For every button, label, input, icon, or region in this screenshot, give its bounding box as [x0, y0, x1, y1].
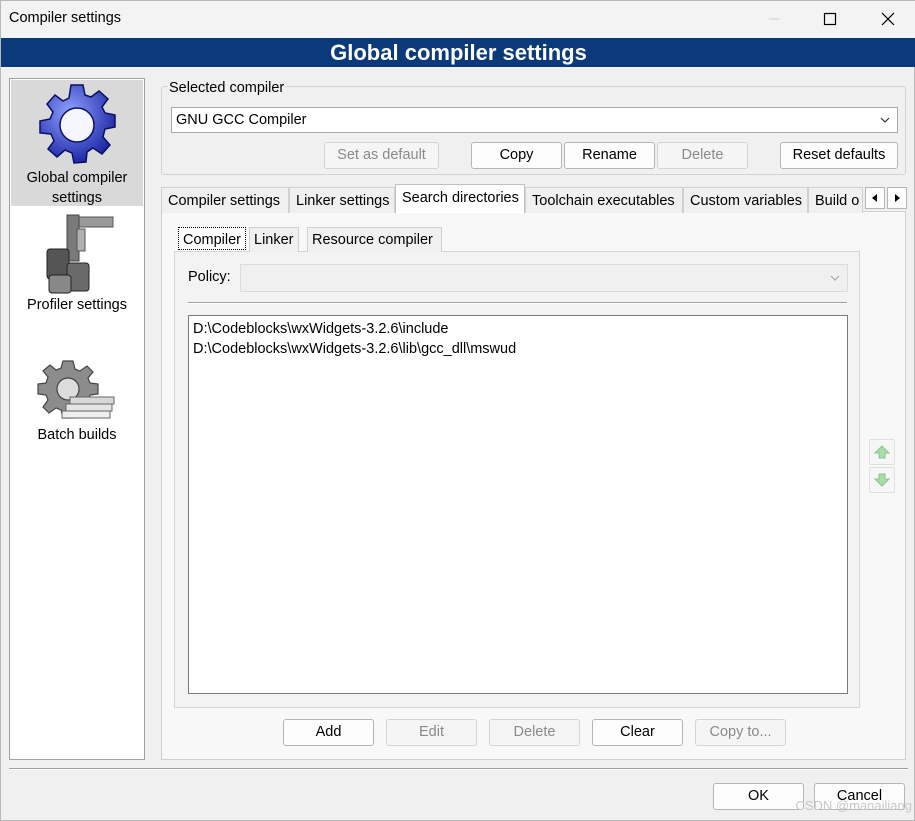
- compiler-select[interactable]: GNU GCC Compiler: [171, 107, 898, 133]
- delete-compiler-button[interactable]: Delete: [657, 142, 748, 169]
- add-directory-button[interactable]: Add: [283, 719, 374, 746]
- search-directories-list[interactable]: D:\Codeblocks\wxWidgets-3.2.6\include D:…: [188, 315, 848, 694]
- sidebar-item-profiler-settings[interactable]: Profiler settings: [11, 213, 143, 323]
- list-item[interactable]: D:\Codeblocks\wxWidgets-3.2.6\include: [193, 319, 843, 339]
- delete-directory-button[interactable]: Delete: [489, 719, 580, 746]
- copy-compiler-button[interactable]: Copy: [471, 142, 562, 169]
- compiler-select-value: GNU GCC Compiler: [176, 112, 307, 128]
- sidebar-item-global-compiler-settings[interactable]: Global compiler settings: [11, 80, 143, 206]
- title-bar: Compiler settings: [1, 1, 915, 38]
- chevron-down-icon: [880, 117, 890, 123]
- selected-compiler-label: Selected compiler: [168, 80, 286, 96]
- banner-title: Global compiler settings: [1, 38, 915, 67]
- list-item[interactable]: D:\Codeblocks\wxWidgets-3.2.6\lib\gcc_dl…: [193, 339, 843, 359]
- move-up-button[interactable]: [869, 439, 895, 465]
- ok-button[interactable]: OK: [713, 783, 804, 810]
- close-icon: [881, 12, 895, 26]
- policy-label: Policy:: [188, 269, 231, 285]
- tab-search-directories[interactable]: Search directories: [395, 184, 525, 213]
- close-button[interactable]: [860, 1, 915, 37]
- move-down-button[interactable]: [869, 467, 895, 493]
- compiler-settings-window: Compiler settings Global compiler settin…: [0, 0, 915, 821]
- arrow-down-icon: [874, 473, 890, 487]
- tab-compiler-settings[interactable]: Compiler settings: [161, 187, 289, 213]
- set-as-default-button[interactable]: Set as default: [324, 142, 439, 169]
- subtab-linker[interactable]: Linker: [249, 227, 299, 252]
- watermark: CSDN @manailiang: [795, 798, 912, 813]
- sidebar-item-label: Profiler settings: [27, 297, 127, 313]
- sidebar-item-batch-builds[interactable]: Batch builds: [11, 359, 143, 455]
- tab-scroll-left-button[interactable]: [865, 187, 885, 209]
- gear-icon: [39, 84, 116, 164]
- tab-scroll-right-button[interactable]: [887, 187, 907, 209]
- maximize-button[interactable]: [802, 1, 858, 37]
- divider: [188, 302, 847, 304]
- minimize-button[interactable]: [746, 1, 802, 37]
- tab-build-options[interactable]: Build o: [808, 187, 863, 213]
- chevron-down-icon: [830, 275, 840, 281]
- arrow-left-icon: [872, 194, 877, 202]
- sidebar-item-label: Global compiler settings: [26, 170, 128, 206]
- reset-defaults-button[interactable]: Reset defaults: [780, 142, 898, 169]
- divider: [9, 768, 908, 770]
- policy-select[interactable]: [240, 264, 848, 292]
- tab-linker-settings[interactable]: Linker settings: [289, 187, 395, 213]
- arrow-right-icon: [895, 194, 900, 202]
- rename-compiler-button[interactable]: Rename: [564, 142, 655, 169]
- tab-toolchain-executables[interactable]: Toolchain executables: [525, 187, 683, 213]
- minimize-icon: [769, 18, 779, 20]
- maximize-icon: [823, 12, 837, 26]
- sidebar-item-label: Batch builds: [37, 427, 117, 443]
- edit-directory-button[interactable]: Edit: [386, 719, 477, 746]
- subtab-compiler[interactable]: Compiler: [178, 227, 247, 250]
- arrow-up-icon: [874, 445, 890, 459]
- tab-custom-variables[interactable]: Custom variables: [683, 187, 808, 213]
- copy-to-button[interactable]: Copy to...: [695, 719, 786, 746]
- clear-directories-button[interactable]: Clear: [592, 719, 683, 746]
- subtab-resource-compiler[interactable]: Resource compiler: [307, 227, 442, 252]
- window-title: Compiler settings: [9, 10, 122, 26]
- settings-category-list: Global compiler settings Profiler settin…: [9, 78, 145, 760]
- gear-stack-icon: [37, 360, 115, 419]
- caliper-icon: [46, 214, 114, 294]
